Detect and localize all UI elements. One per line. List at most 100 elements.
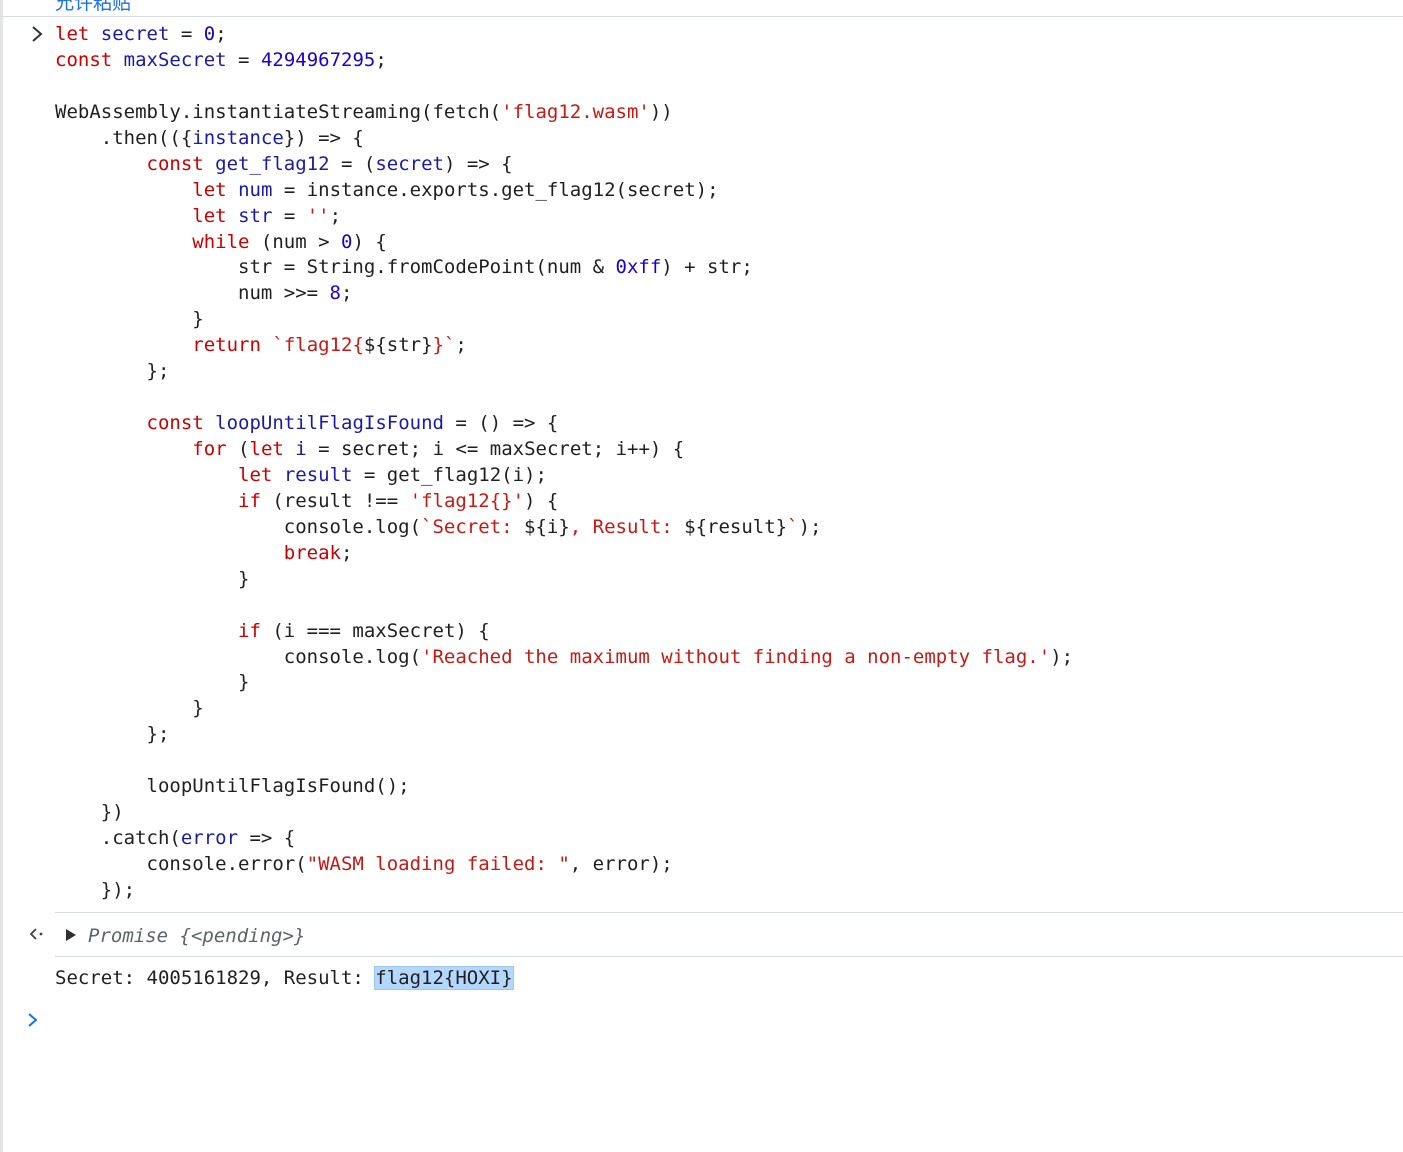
code-token: ` bbox=[787, 515, 799, 538]
code-token: )) bbox=[649, 100, 673, 123]
code-block[interactable]: let secret = 0; const maxSecret = 4294967… bbox=[55, 22, 1073, 904]
code-token: str = String.fromCodePoint(num & bbox=[55, 256, 616, 279]
code-token: .then(({ bbox=[55, 126, 193, 149]
code-line: str = String.fromCodePoint(num & 0xff) +… bbox=[55, 255, 1073, 281]
chevron-right-icon[interactable] bbox=[26, 1010, 40, 1035]
previous-entry-clipped: 允许粘贴 bbox=[0, 0, 1403, 17]
code-token: secret bbox=[375, 152, 444, 175]
code-token: ; bbox=[375, 48, 387, 71]
code-token: 0xff bbox=[615, 256, 662, 279]
code-token: = ( bbox=[329, 152, 376, 175]
code-token: , error); bbox=[569, 853, 673, 875]
code-line: num >>= 8; bbox=[55, 281, 1073, 307]
code-token: , Result: bbox=[569, 515, 685, 538]
chevron-right-icon bbox=[32, 26, 43, 42]
code-token: = secret; i <= maxSecret; i++) { bbox=[306, 438, 685, 460]
code-line: const get_flag12 = (secret) => { bbox=[55, 152, 1073, 178]
code-line: } bbox=[55, 307, 1073, 333]
code-line: let str = ''; bbox=[55, 204, 1073, 230]
code-token: (num > bbox=[249, 230, 341, 253]
code-line: const loopUntilFlagIsFound = () => { bbox=[55, 411, 1073, 437]
code-line: } bbox=[55, 567, 1073, 593]
code-line: .then(({instance}) => { bbox=[55, 126, 1073, 152]
code-token: ${result} bbox=[684, 515, 788, 538]
code-token: 4294967295 bbox=[260, 48, 376, 71]
clipped-text: 允许粘贴 bbox=[55, 0, 132, 14]
code-token: result bbox=[283, 463, 353, 486]
log-prefix: Secret: 4005161829, Result: bbox=[55, 967, 376, 989]
code-token: ) + str; bbox=[661, 256, 753, 279]
code-token: instance bbox=[192, 126, 284, 149]
code-token: let bbox=[238, 463, 273, 486]
code-line: console.error("WASM loading failed: ", e… bbox=[55, 852, 1073, 878]
code-line: } bbox=[55, 696, 1073, 722]
code-token: ; bbox=[340, 541, 353, 564]
triangle-right-icon[interactable] bbox=[66, 929, 76, 941]
code-line: .catch(error => { bbox=[55, 826, 1073, 852]
code-token: } bbox=[55, 697, 204, 720]
return-arrow-icon bbox=[28, 925, 46, 947]
promise-object[interactable]: Promise {<pending>} bbox=[88, 922, 305, 950]
code-token: (result !== bbox=[260, 489, 410, 512]
code-token: ; bbox=[341, 282, 353, 305]
code-token: let bbox=[55, 23, 90, 45]
code-token: const bbox=[55, 48, 113, 71]
code-token: 0 bbox=[203, 23, 216, 45]
console-left-border bbox=[0, 0, 3, 1152]
code-token: let bbox=[192, 204, 227, 227]
code-token: } bbox=[55, 671, 250, 694]
code-line: }; bbox=[55, 359, 1073, 385]
code-token: if bbox=[238, 619, 261, 642]
code-token: } bbox=[55, 308, 204, 331]
code-line: if (i === maxSecret) { bbox=[55, 619, 1073, 645]
code-token: num >>= bbox=[55, 282, 330, 305]
code-token: `Secret: bbox=[421, 515, 524, 538]
code-token: ${str} bbox=[363, 334, 433, 357]
code-token: 'Reached the maximum without finding a n… bbox=[421, 645, 1051, 668]
code-token: let bbox=[192, 178, 227, 201]
code-token: (i === maxSecret) { bbox=[260, 619, 490, 642]
code-line: console.log('Reached the maximum without… bbox=[55, 645, 1073, 671]
code-token: }); bbox=[55, 878, 136, 901]
selected-flag-text[interactable]: flag12{HOXI} bbox=[374, 966, 514, 990]
code-line: } bbox=[55, 670, 1073, 696]
code-token: let bbox=[249, 438, 284, 460]
code-line: }); bbox=[55, 878, 1073, 904]
code-token: for bbox=[192, 438, 227, 460]
code-token: ( bbox=[226, 438, 250, 460]
code-token: 'flag12{}' bbox=[409, 489, 525, 512]
code-line: }; bbox=[55, 722, 1073, 748]
code-token: ; bbox=[329, 204, 342, 227]
code-token: = get_flag12(i); bbox=[352, 463, 547, 486]
code-token: console.log( bbox=[55, 645, 422, 668]
code-token: => { bbox=[238, 827, 296, 850]
code-line: while (num > 0) { bbox=[55, 230, 1073, 256]
code-line: for (let i = secret; i <= maxSecret; i++… bbox=[55, 437, 1073, 463]
code-token: = bbox=[169, 23, 204, 45]
code-token: }) bbox=[55, 801, 124, 824]
code-token: loopUntilFlagIsFound(); bbox=[55, 775, 410, 798]
return-value-row[interactable]: Promise {<pending>} bbox=[0, 922, 1403, 950]
code-line: if (result !== 'flag12{}') { bbox=[55, 489, 1073, 515]
code-token: secret bbox=[100, 23, 170, 45]
code-token: ) { bbox=[352, 230, 387, 253]
code-token: ); bbox=[1050, 645, 1074, 668]
code-token: if bbox=[238, 489, 261, 512]
code-line: let secret = 0; bbox=[55, 22, 1073, 48]
code-token: loopUntilFlagIsFound bbox=[215, 412, 444, 435]
code-token: num bbox=[238, 178, 273, 201]
